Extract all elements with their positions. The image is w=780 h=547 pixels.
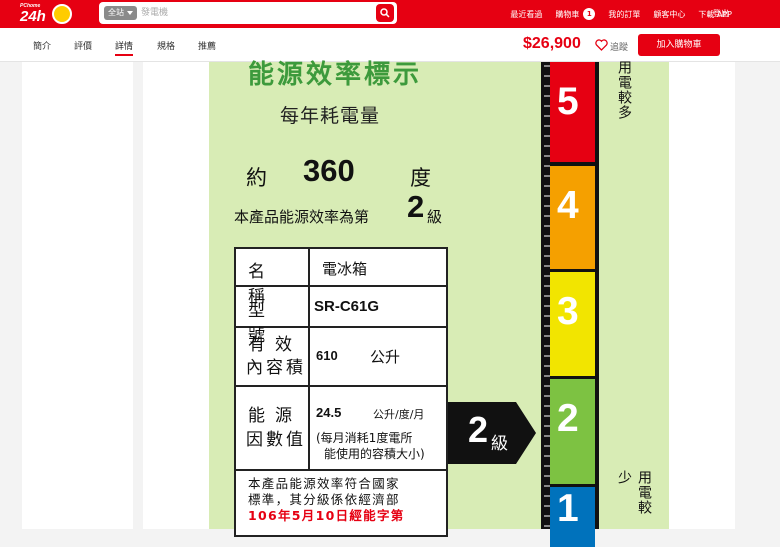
search-icon: [380, 8, 390, 18]
factor-note-2: 能使用的容積大小): [324, 447, 425, 461]
cart-count-badge: 1: [583, 8, 596, 20]
scale-grade-label: 4: [557, 184, 579, 227]
note-line-1: 本產品能源效率符合國家: [248, 476, 400, 491]
table-key-cell: 型號: [236, 287, 310, 346]
top-links: 最近看過 購物車 1 我的訂單 顧客中心 下載 APP: [497, 0, 732, 28]
less-usage-label: 用電較少: [616, 470, 652, 515]
logo-main-text: 24h: [20, 8, 46, 25]
track-label[interactable]: 追蹤: [610, 40, 628, 53]
model-value: SR-C61G: [314, 298, 380, 315]
more-usage-label: 用電較多: [616, 60, 632, 120]
search-scope-select[interactable]: 全站: [104, 6, 137, 20]
table-row: 型號 SR-C61G: [236, 287, 446, 346]
recently-viewed-link[interactable]: 最近看過: [510, 9, 542, 20]
table-key-cell: 能源 因數值: [236, 387, 310, 469]
tab-recommend[interactable]: 推薦: [198, 39, 216, 52]
energy-label-title: 能源效率標示: [248, 60, 423, 86]
name-value: 電冰箱: [322, 260, 368, 278]
customer-center-link[interactable]: 顧客中心: [653, 9, 685, 20]
product-price: $26,900: [523, 35, 581, 52]
mascot-icon: [52, 4, 72, 24]
table-row: 有效 內容積 610 公升: [236, 328, 446, 387]
logout-link[interactable]: 登出: [713, 0, 729, 28]
capacity-key-1: 有效: [248, 335, 302, 355]
arrow-grade: 2: [468, 409, 489, 450]
tab-details[interactable]: 詳情: [115, 39, 133, 52]
factor-key-2: 因數值: [246, 430, 306, 450]
scale-band-2: 2: [550, 379, 595, 484]
table-key-cell: 有效 內容積: [236, 328, 310, 385]
table-row: 名稱 電冰箱: [236, 249, 446, 307]
capacity-value: 610: [316, 348, 338, 363]
tab-intro[interactable]: 簡介: [33, 39, 51, 52]
scale-band-3: 3: [550, 272, 595, 376]
site-logo[interactable]: PChome 24h: [20, 3, 76, 25]
scale-ticks: [544, 65, 550, 527]
note-line-2: 標準，其分級係依經濟部: [248, 492, 400, 507]
efficiency-suffix: 級: [427, 208, 443, 226]
tab-reviews[interactable]: 評價: [74, 39, 92, 52]
approx-label: 約: [246, 166, 267, 190]
compliance-note: 本產品能源效率符合國家 標準，其分級係依經濟部 106年5月10日經能字第: [248, 476, 438, 524]
scale-grade-label: 2: [557, 397, 579, 440]
active-tab-indicator: [115, 54, 133, 56]
search-scope-label: 全站: [108, 8, 124, 17]
capacity-unit: 公升: [370, 348, 401, 366]
scale-band-5: 5: [550, 62, 595, 162]
table-key-cell: 名稱: [236, 249, 310, 307]
scale-grade-label: 5: [557, 80, 579, 123]
table-row: 能源 因數值 24.5 公升/度/月 (每月消耗1度電所 能使用的容積大小): [236, 387, 446, 471]
arrow-grade-suffix: 級: [491, 434, 508, 454]
energy-info-table: 名稱 電冰箱 型號 SR-C61G 有效 內容積 610 公升 能源 因數值 2…: [234, 247, 448, 537]
note-line-3: 106年5月10日經能字第: [248, 508, 405, 523]
efficiency-prefix: 本產品能源效率為第: [234, 208, 370, 226]
add-to-cart-button[interactable]: 加入購物車: [638, 34, 720, 56]
energy-label-subtitle: 每年耗電量: [280, 105, 381, 127]
scale-band-4: 4: [550, 166, 595, 269]
search-input[interactable]: [141, 5, 361, 21]
efficiency-grade: 2: [407, 189, 425, 224]
capacity-key-2: 內容積: [246, 358, 306, 378]
factor-unit: 公升/度/月: [373, 408, 425, 421]
search-button[interactable]: [376, 4, 394, 22]
cart-link[interactable]: 購物車: [555, 9, 579, 20]
scale-grade-label: 1: [557, 487, 579, 530]
factor-value: 24.5: [316, 405, 342, 420]
scale-band-1: 1: [550, 487, 595, 547]
scale-grade-label: 3: [557, 290, 579, 333]
heart-icon[interactable]: [595, 39, 608, 51]
factor-note-1: (每月消耗1度電所: [316, 431, 413, 445]
search-bar: 全站: [99, 2, 397, 24]
top-bar: PChome 24h 全站 最近看過 購物車 1 我的訂單 顧客中心 下載 AP…: [0, 0, 780, 28]
left-column: [22, 62, 133, 529]
annual-kwh-value: 360: [303, 153, 355, 188]
kwh-unit: 度: [410, 166, 431, 190]
my-orders-link[interactable]: 我的訂單: [608, 9, 640, 20]
chevron-down-icon: [127, 11, 133, 15]
tab-specs[interactable]: 規格: [157, 39, 175, 52]
factor-key-1: 能源: [248, 406, 302, 426]
